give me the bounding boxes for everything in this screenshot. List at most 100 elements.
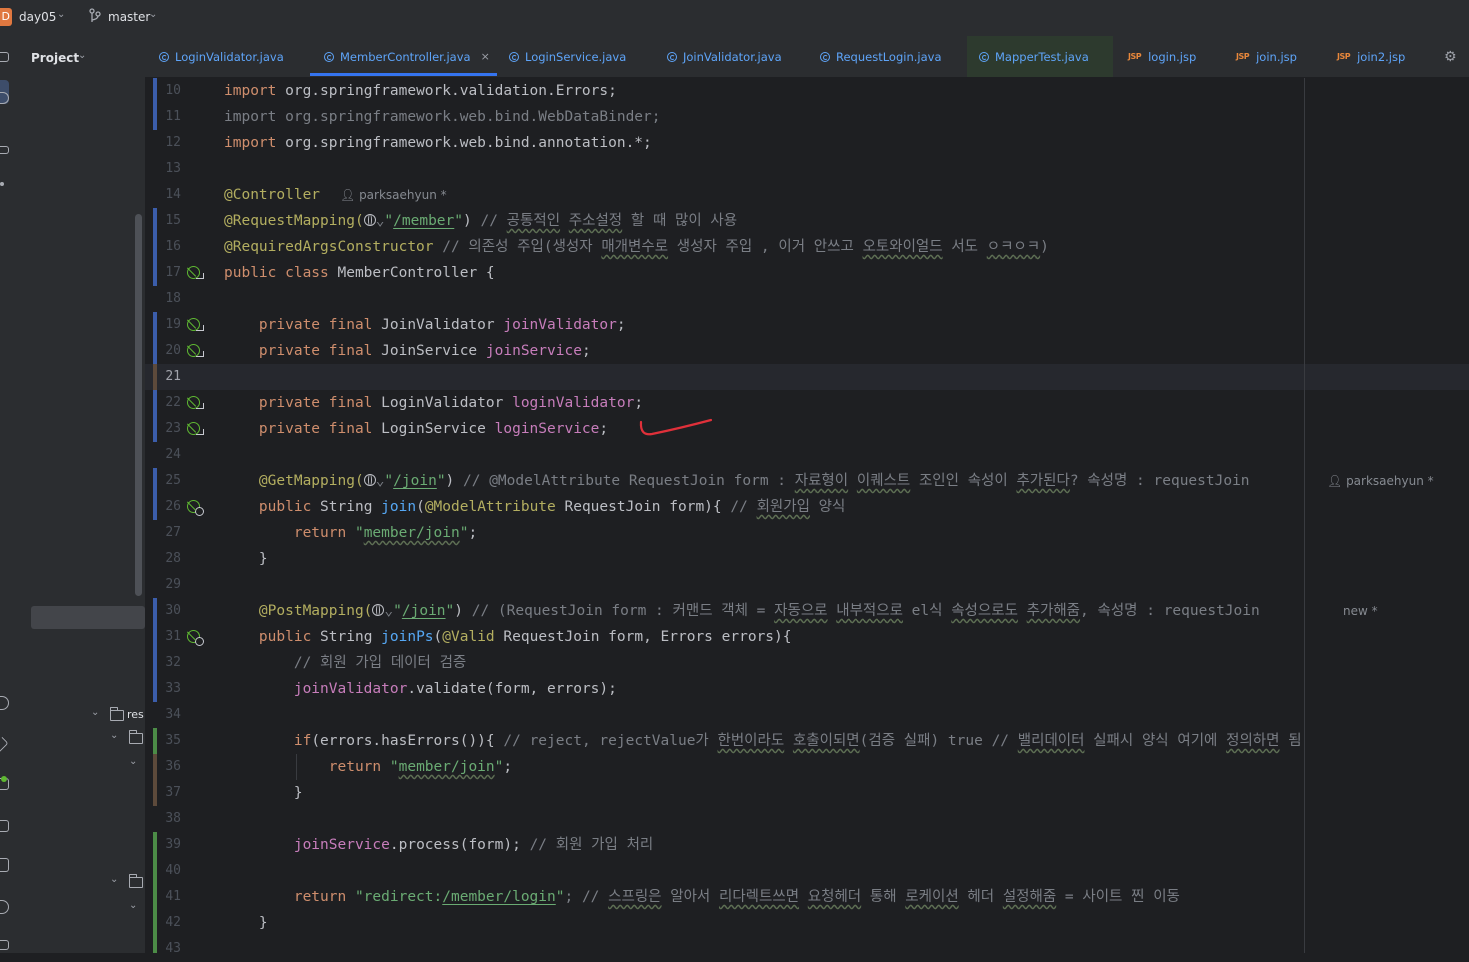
line-number[interactable]: 32 — [145, 650, 181, 676]
code-line-35[interactable]: if(errors.hasErrors()){ // reject, rejec… — [224, 728, 1302, 754]
line-number[interactable]: 36 — [145, 754, 181, 780]
layers-icon[interactable] — [0, 820, 9, 832]
line-number[interactable]: 16 — [145, 234, 181, 260]
tab-join-jsp[interactable]: JSP join.jsp — [1236, 36, 1297, 77]
tab-join2-jsp[interactable]: JSP join2.jsp — [1337, 36, 1405, 77]
line-number[interactable]: 17 — [145, 260, 181, 286]
code-line-30[interactable]: @PostMapping(⌄"/join") // (RequestJoin f… — [224, 598, 1260, 624]
line-number[interactable]: 19 — [145, 312, 181, 338]
line-number[interactable]: 24 — [145, 442, 181, 468]
bean-icon[interactable] — [187, 396, 204, 409]
chevron-down-icon[interactable]: ⌄ — [384, 603, 393, 619]
branch-selector[interactable]: master — [108, 10, 150, 24]
chevron-down-icon[interactable]: ⌄ — [110, 874, 118, 885]
line-number[interactable]: 40 — [145, 858, 181, 884]
chevron-down-icon[interactable]: ⌄ — [110, 730, 118, 741]
tree-selected-row[interactable] — [31, 606, 145, 629]
sidebar-scrollbar[interactable] — [135, 214, 142, 596]
chevron-down-icon[interactable]: ⌄ — [149, 9, 157, 20]
gear-icon[interactable]: ⚙ — [1444, 49, 1457, 65]
structure-icon[interactable] — [0, 146, 9, 154]
bean-icon[interactable] — [187, 422, 204, 435]
author-inlay[interactable]: 👤︎ parksaehyun * — [1327, 474, 1434, 488]
code-line-32[interactable]: // 회원 가입 데이터 검증 — [224, 650, 466, 676]
code-line-19[interactable]: private final JoinValidator joinValidato… — [224, 312, 626, 338]
line-number[interactable]: 38 — [145, 806, 181, 832]
code-line-28[interactable]: } — [224, 546, 268, 572]
code-line-41[interactable]: return "redirect:/member/login"; // 스프링은… — [224, 884, 1180, 910]
line-number[interactable]: 20 — [145, 338, 181, 364]
code-line-25[interactable]: @GetMapping(⌄"/join") // @ModelAttribute… — [224, 468, 1250, 494]
close-icon[interactable]: × — [481, 50, 490, 63]
line-number[interactable]: 28 — [145, 546, 181, 572]
tab-login-validator[interactable]: LoginValidator.java — [159, 36, 284, 77]
line-number[interactable]: 42 — [145, 910, 181, 936]
code-line-17[interactable]: public class MemberController { — [224, 260, 495, 286]
code-line-27[interactable]: return "member/join"; — [224, 520, 477, 546]
tab-login-service[interactable]: LoginService.java — [509, 36, 626, 77]
line-number[interactable]: 22 — [145, 390, 181, 416]
line-number[interactable]: 37 — [145, 780, 181, 806]
line-number[interactable]: 29 — [145, 572, 181, 598]
tab-join-validator[interactable]: JoinValidator.java — [667, 36, 782, 77]
code-line-37[interactable]: } — [224, 780, 303, 806]
tab-request-login[interactable]: RequestLogin.java — [820, 36, 942, 77]
line-number[interactable]: 21 — [145, 364, 181, 390]
line-number[interactable]: 39 — [145, 832, 181, 858]
code-line-10[interactable]: import org.springframework.validation.Er… — [224, 78, 617, 104]
code-line-31[interactable]: public String joinPs(@Valid RequestJoin … — [224, 624, 792, 650]
chevron-down-icon[interactable]: ⌄ — [129, 756, 137, 767]
globe-icon[interactable] — [372, 604, 385, 616]
bean-icon[interactable] — [187, 266, 204, 279]
bean-icon[interactable] — [187, 344, 204, 357]
line-number[interactable]: 35 — [145, 728, 181, 754]
line-number[interactable]: 43 — [145, 936, 181, 962]
code-line-20[interactable]: private final JoinService joinService; — [224, 338, 591, 364]
line-number[interactable]: 14 — [145, 182, 181, 208]
line-number[interactable]: 41 — [145, 884, 181, 910]
code-line-33[interactable]: joinValidator.validate(form, errors); — [224, 676, 617, 702]
line-number[interactable]: 34 — [145, 702, 181, 728]
tab-login-jsp[interactable]: JSP login.jsp — [1128, 36, 1196, 77]
git-icon[interactable] — [0, 940, 9, 950]
project-badge[interactable]: D — [0, 8, 12, 26]
folder-icon[interactable] — [0, 52, 9, 62]
code-line-42[interactable]: } — [224, 910, 268, 936]
code-line-23[interactable]: private final LoginService loginService; — [224, 416, 608, 442]
services-icon[interactable] — [0, 736, 9, 754]
run-icon[interactable] — [0, 696, 9, 710]
chevron-down-icon[interactable]: ⌄ — [78, 50, 86, 61]
chevron-down-icon[interactable]: ⌄ — [57, 9, 65, 20]
problems-icon[interactable] — [0, 900, 9, 914]
project-selector[interactable]: day05 — [19, 10, 56, 24]
tree-item-label[interactable]: res — [127, 708, 144, 724]
line-number[interactable]: 13 — [145, 156, 181, 182]
line-number[interactable]: 31 — [145, 624, 181, 650]
code-line-39[interactable]: joinService.process(form); // 회원 가입 처리 — [224, 832, 653, 858]
tab-member-controller[interactable]: MemberController.java × — [324, 36, 490, 77]
line-number[interactable]: 10 — [145, 78, 181, 104]
endpoint-icon[interactable] — [187, 630, 204, 646]
chevron-down-icon[interactable]: ⌄ — [129, 900, 137, 911]
globe-icon[interactable] — [363, 214, 376, 226]
tab-mapper-test[interactable]: MapperTest.java — [967, 36, 1113, 77]
line-number[interactable]: 23 — [145, 416, 181, 442]
code-line-14[interactable]: @Controller — [224, 182, 320, 208]
globe-icon[interactable] — [363, 474, 376, 486]
author-inlay[interactable]: new * — [1343, 604, 1378, 618]
project-panel-title[interactable]: Project — [31, 51, 79, 65]
code-line-16[interactable]: @RequiredArgsConstructor // 의존성 주입(생성자 매… — [224, 234, 1049, 260]
line-number[interactable]: 27 — [145, 520, 181, 546]
line-number[interactable]: 25 — [145, 468, 181, 494]
bean-icon[interactable] — [187, 318, 204, 331]
chevron-down-icon[interactable]: ⌄ — [91, 707, 99, 718]
author-inlay[interactable]: 👤︎ parksaehyun * — [340, 188, 447, 202]
code-line-26[interactable]: public String join(@ModelAttribute Reque… — [224, 494, 845, 520]
line-number[interactable]: 30 — [145, 598, 181, 624]
code-line-22[interactable]: private final LoginValidator loginValida… — [224, 390, 643, 416]
endpoint-icon[interactable] — [187, 500, 204, 516]
code-line-12[interactable]: import org.springframework.web.bind.anno… — [224, 130, 652, 156]
line-number[interactable]: 26 — [145, 494, 181, 520]
line-number[interactable]: 18 — [145, 286, 181, 312]
terminal-icon[interactable] — [0, 858, 9, 872]
